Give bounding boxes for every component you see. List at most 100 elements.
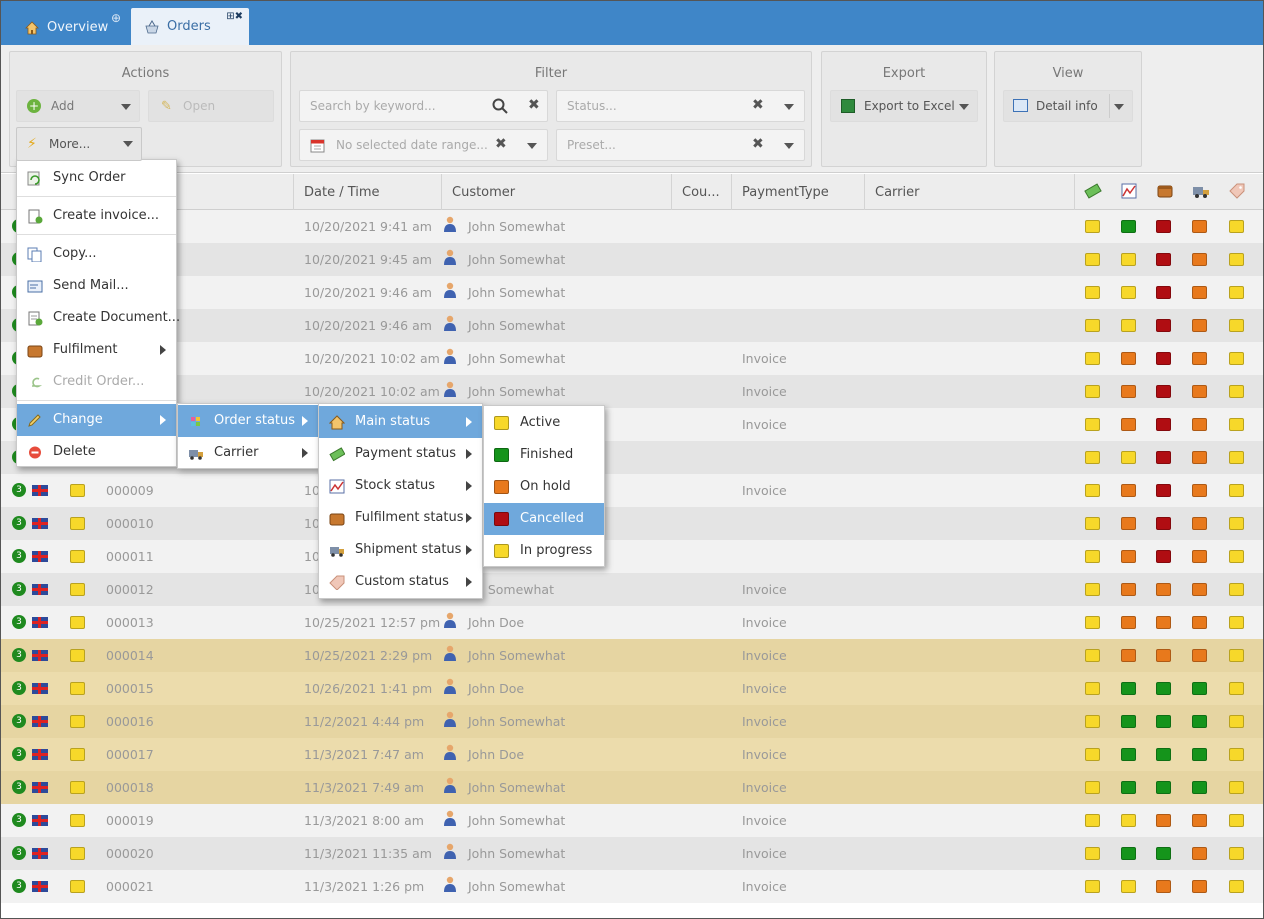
custom-status-icon[interactable] (1228, 182, 1246, 200)
date-range-select[interactable]: No selected date range... ✖ (299, 129, 548, 161)
stock-chart-icon (329, 479, 345, 494)
close-icon[interactable]: ⊞✖ (226, 11, 243, 22)
menu-delete[interactable]: Delete (17, 436, 176, 468)
table-row[interactable]: 3 000014 10/25/2021 2:29 pm John Somewhat In… (1, 639, 1263, 672)
table-row[interactable]: 3 000016 11/2/2021 4:44 pm John Somewhat Inv… (1, 705, 1263, 738)
filter-group: Filter Search by keyword... ✖ Status... … (290, 51, 812, 167)
order-number: 000015 (106, 681, 154, 696)
table-row[interactable]: 3 000020 11/3/2021 11:35 am John Somewhat In… (1, 837, 1263, 870)
status-in-progress[interactable]: In progress (484, 535, 604, 567)
table-row[interactable]: 3 000012 10 hn Somewhat Invoice (1, 573, 1263, 606)
search-input[interactable]: Search by keyword... ✖ (299, 90, 548, 122)
status-indicator (1192, 517, 1207, 530)
table-row[interactable]: 310/20/2021 9:41 amJohn Somewhat (1, 210, 1263, 243)
fulfilment-icon (329, 511, 345, 526)
status-indicator (1121, 418, 1136, 431)
menu-payment-status[interactable]: Payment status (319, 438, 482, 470)
menu-main-status[interactable]: Main status (319, 406, 482, 438)
table-row[interactable]: 3 000010 10 (1, 507, 1263, 540)
status-on-hold[interactable]: On hold (484, 471, 604, 503)
status-indicator (1192, 484, 1207, 497)
status-indicator (1229, 451, 1244, 464)
menu-fulfilment-status[interactable]: Fulfilment status (319, 502, 482, 534)
clear-search-icon[interactable]: ✖ (528, 97, 540, 113)
chevron-right-icon (466, 449, 472, 459)
column-carrier[interactable]: Carrier (864, 174, 1074, 210)
table-row[interactable]: 3 000019 11/3/2021 8:00 am John Somewhat Inv… (1, 804, 1263, 837)
menu-credit-order[interactable]: Credit Order... (17, 366, 176, 398)
home-icon (328, 415, 346, 430)
menu-shipment-status[interactable]: Shipment status (319, 534, 482, 566)
clear-status-icon[interactable]: ✖ (752, 97, 764, 113)
table-row[interactable]: 3 000011 10 (1, 540, 1263, 573)
pin-icon[interactable]: ⊕ (111, 11, 121, 25)
status-select[interactable]: Status... ✖ (556, 90, 805, 122)
status-indicator (1229, 748, 1244, 761)
status-cancelled[interactable]: Cancelled (484, 503, 604, 535)
status-indicator (1229, 880, 1244, 893)
order-date: 11/3/2021 7:49 am (304, 780, 424, 795)
payment-type: Invoice (742, 615, 787, 630)
column-customer[interactable]: Customer (441, 174, 671, 210)
table-row[interactable]: 3 000017 11/3/2021 7:47 am John Doe Invoice (1, 738, 1263, 771)
fulfilment-status-icon[interactable] (1156, 182, 1174, 200)
payment-type: Invoice (742, 483, 787, 498)
status-active[interactable]: Active (484, 407, 604, 439)
export-excel-button[interactable]: Export to Excel (830, 90, 978, 122)
payment-status-icon[interactable] (1084, 182, 1102, 200)
status-indicator (1229, 583, 1244, 596)
clear-date-icon[interactable]: ✖ (495, 136, 507, 152)
table-row[interactable]: 3 000021 11/3/2021 1:26 pm John Somewhat Inv… (1, 870, 1263, 903)
detail-info-button[interactable]: Detail info (1003, 90, 1133, 122)
payment-type: Invoice (742, 813, 787, 828)
order-number: 000018 (106, 780, 154, 795)
status-indicator (1156, 682, 1171, 695)
column-payment-type[interactable]: PaymentType (731, 174, 864, 210)
status-indicator (1229, 814, 1244, 827)
menu-fulfilment[interactable]: Fulfilment (17, 334, 176, 366)
table-row[interactable]: 310/20/2021 10:02 amJohn SomewhatInvoice (1, 342, 1263, 375)
status-finished[interactable]: Finished (484, 439, 604, 471)
tab-orders[interactable]: Orders ⊞✖ (131, 8, 249, 45)
shipment-status-icon[interactable] (1192, 182, 1210, 200)
menu-custom-status[interactable]: Custom status (319, 566, 482, 598)
table-row[interactable]: 310/20/2021 9:46 amJohn Somewhat (1, 276, 1263, 309)
menu-copy[interactable]: Copy... (17, 238, 176, 270)
menu-order-status[interactable]: Order status (178, 405, 318, 437)
menu-change[interactable]: Change (17, 404, 176, 436)
status-indicator (1085, 319, 1100, 332)
search-icon[interactable] (492, 98, 508, 117)
preset-select[interactable]: Preset... ✖ (556, 129, 805, 161)
status-placeholder: Status... (567, 99, 617, 113)
column-date[interactable]: Date / Time (293, 174, 441, 210)
tab-overview[interactable]: Overview ⊕ (11, 9, 123, 46)
table-row[interactable]: 3 000009 10 Invoice (1, 474, 1263, 507)
chevron-right-icon (160, 415, 166, 425)
table-row[interactable]: 310/20/2021 9:46 amJohn Somewhat (1, 309, 1263, 342)
table-row[interactable]: 310/20/2021 9:45 amJohn Somewhat (1, 243, 1263, 276)
order-status-submenu: Main status Payment status Stock status … (318, 403, 483, 599)
clear-preset-icon[interactable]: ✖ (752, 136, 764, 152)
status-indicator (1192, 880, 1207, 893)
open-button[interactable]: ✎ Open (148, 90, 274, 122)
order-date: 10/20/2021 9:41 am (304, 219, 432, 234)
menu-create-invoice[interactable]: Create invoice... (17, 200, 176, 232)
add-button[interactable]: + Add (16, 90, 140, 122)
order-type-icon: 3 (12, 549, 26, 563)
table-row[interactable]: 3 000018 11/3/2021 7:49 am John Somewhat Inv… (1, 771, 1263, 804)
status-indicator (1229, 385, 1244, 398)
menu-sync-order[interactable]: Sync Order (17, 162, 176, 194)
status-indicator (1156, 319, 1171, 332)
stock-status-icon[interactable] (1120, 182, 1138, 200)
menu-stock-status[interactable]: Stock status (319, 470, 482, 502)
table-row[interactable]: 3 000013 10/25/2021 12:57 pm John Doe Invoic… (1, 606, 1263, 639)
status-indicator (1156, 220, 1171, 233)
chevron-down-icon (1114, 104, 1124, 110)
order-number: 000020 (106, 846, 154, 861)
menu-send-mail[interactable]: Send Mail... (17, 270, 176, 302)
column-country[interactable]: Cou... (671, 174, 731, 210)
table-row[interactable]: 3 000015 10/26/2021 1:41 pm John Doe Invoice (1, 672, 1263, 705)
more-button[interactable]: ⚡ More... (16, 127, 142, 161)
menu-carrier[interactable]: Carrier (178, 437, 318, 469)
menu-create-document[interactable]: Create Document... (17, 302, 180, 334)
